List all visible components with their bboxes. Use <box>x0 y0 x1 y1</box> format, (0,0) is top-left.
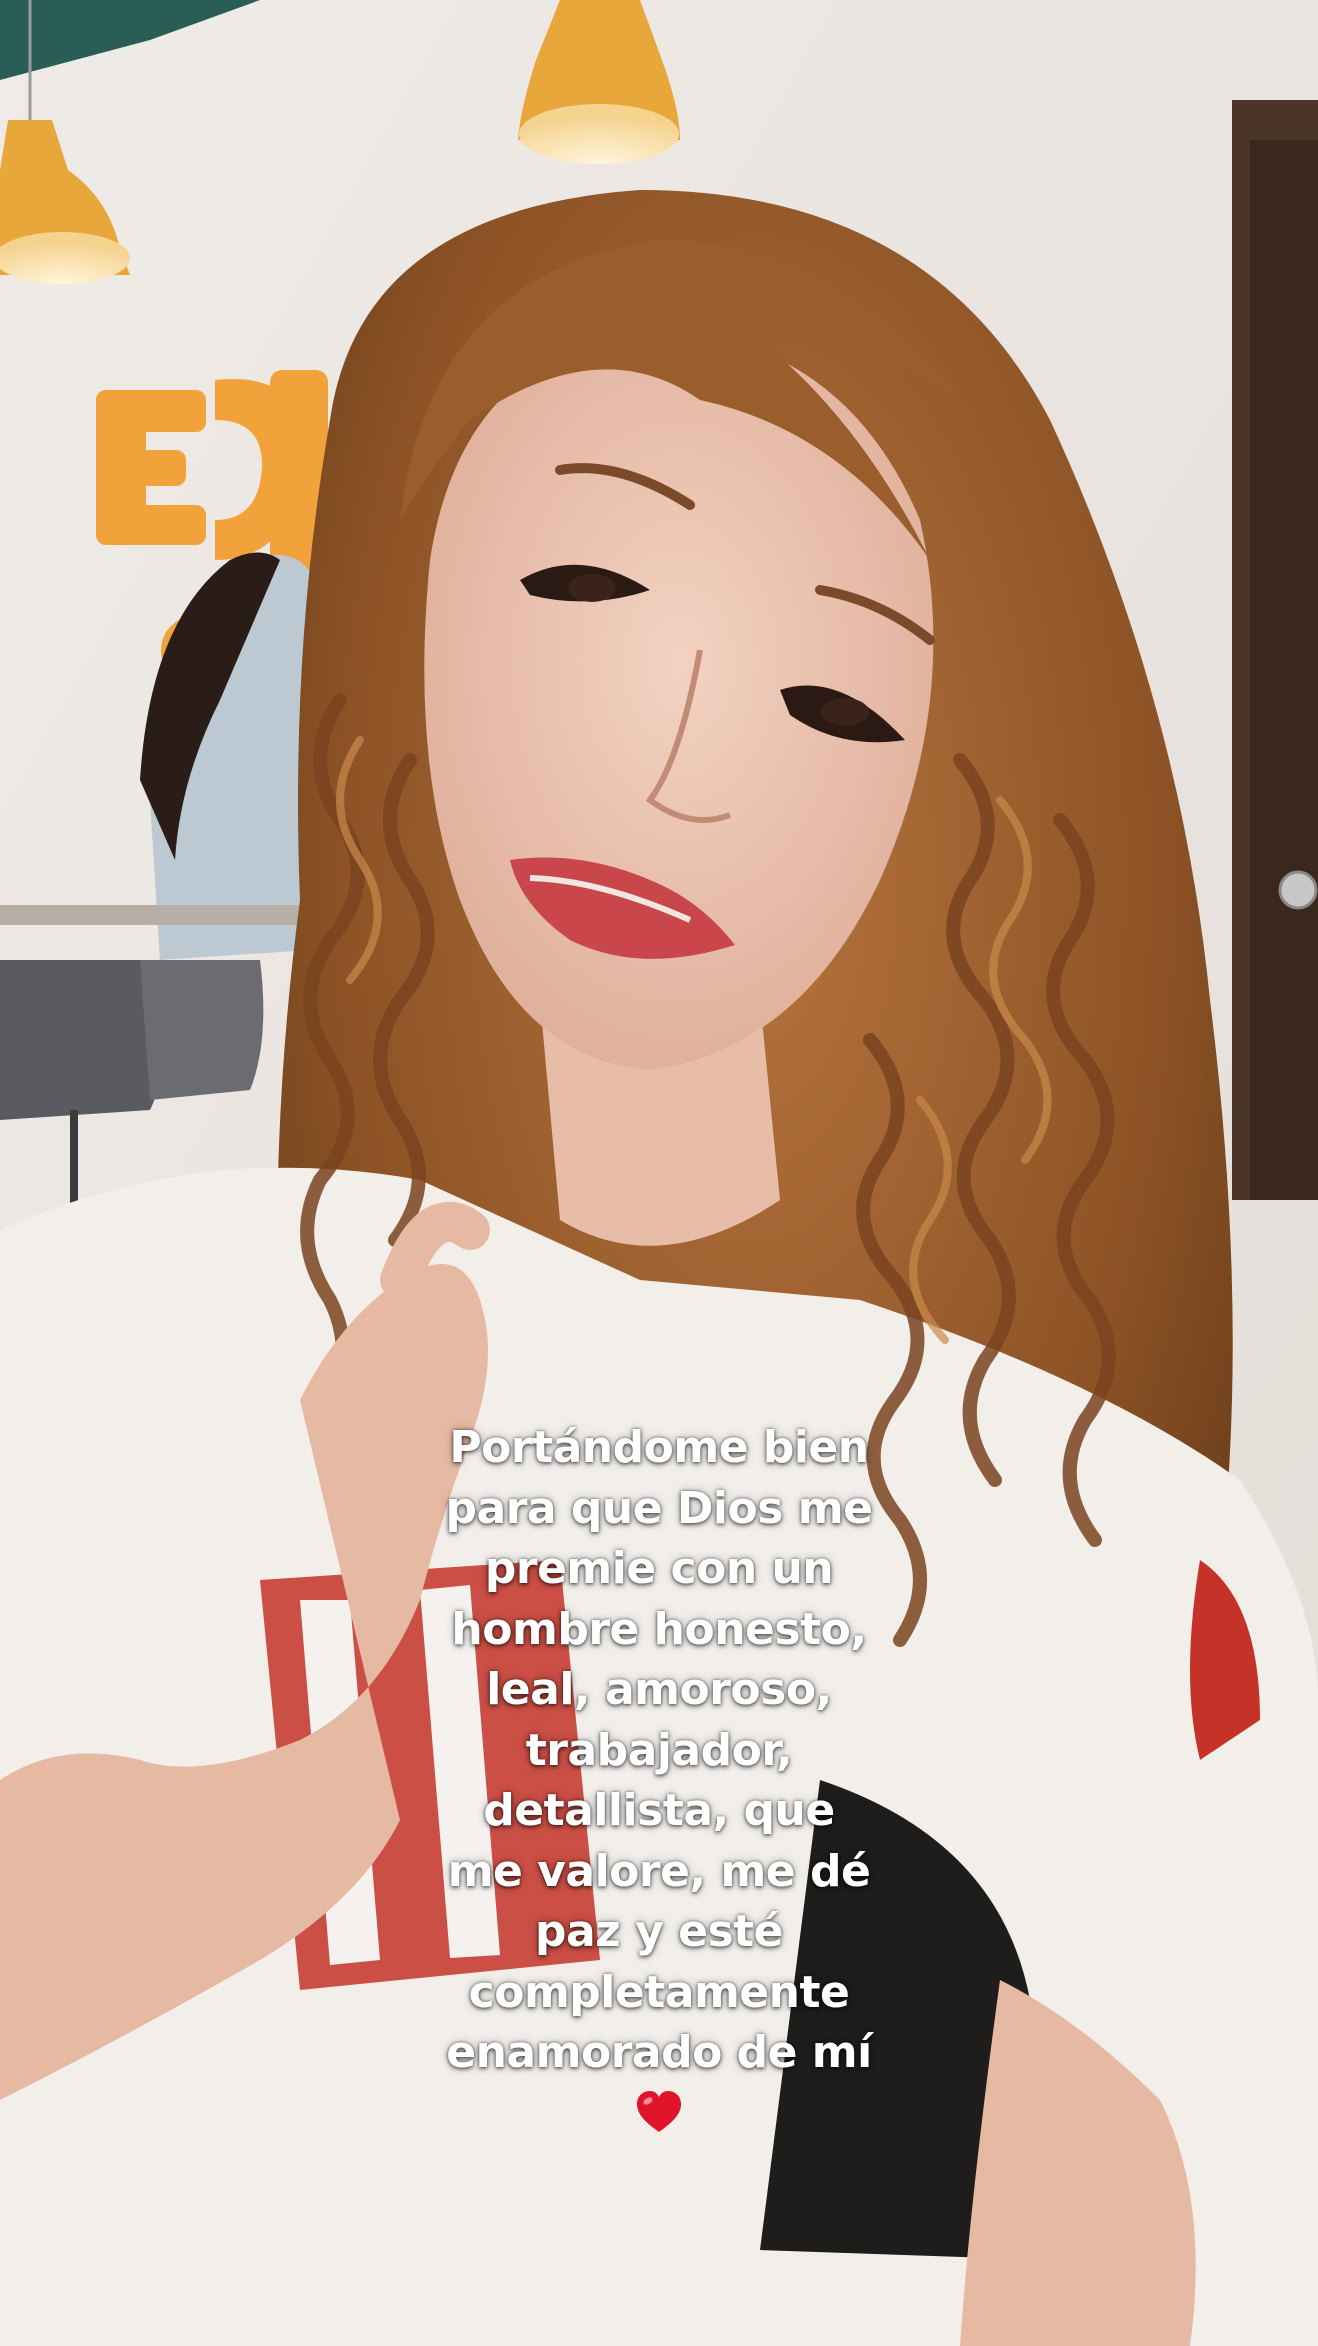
caption-overlay: Portándome bien para que Dios me premie … <box>409 1418 909 2134</box>
video-frame: Portándome bien para que Dios me premie … <box>0 0 1318 2346</box>
caption-line: detallista, que <box>483 1785 835 1836</box>
heart-emoji-icon <box>637 2090 681 2132</box>
caption-line: enamorado de mí <box>446 2027 872 2078</box>
caption-line: trabajador, <box>525 1724 793 1776</box>
caption-line: premie con un <box>484 1543 834 1594</box>
caption-line: paz y esté <box>534 1906 784 1957</box>
caption-line: leal, amoroso, <box>486 1664 832 1715</box>
caption-line: hombre honesto, <box>451 1603 867 1655</box>
caption-line: para que Dios me <box>445 1482 873 1534</box>
caption-line: Portándome bien <box>449 1422 869 1473</box>
caption-line: me valore, me dé <box>447 1845 871 1897</box>
caption-line: completamente <box>468 1966 850 2018</box>
